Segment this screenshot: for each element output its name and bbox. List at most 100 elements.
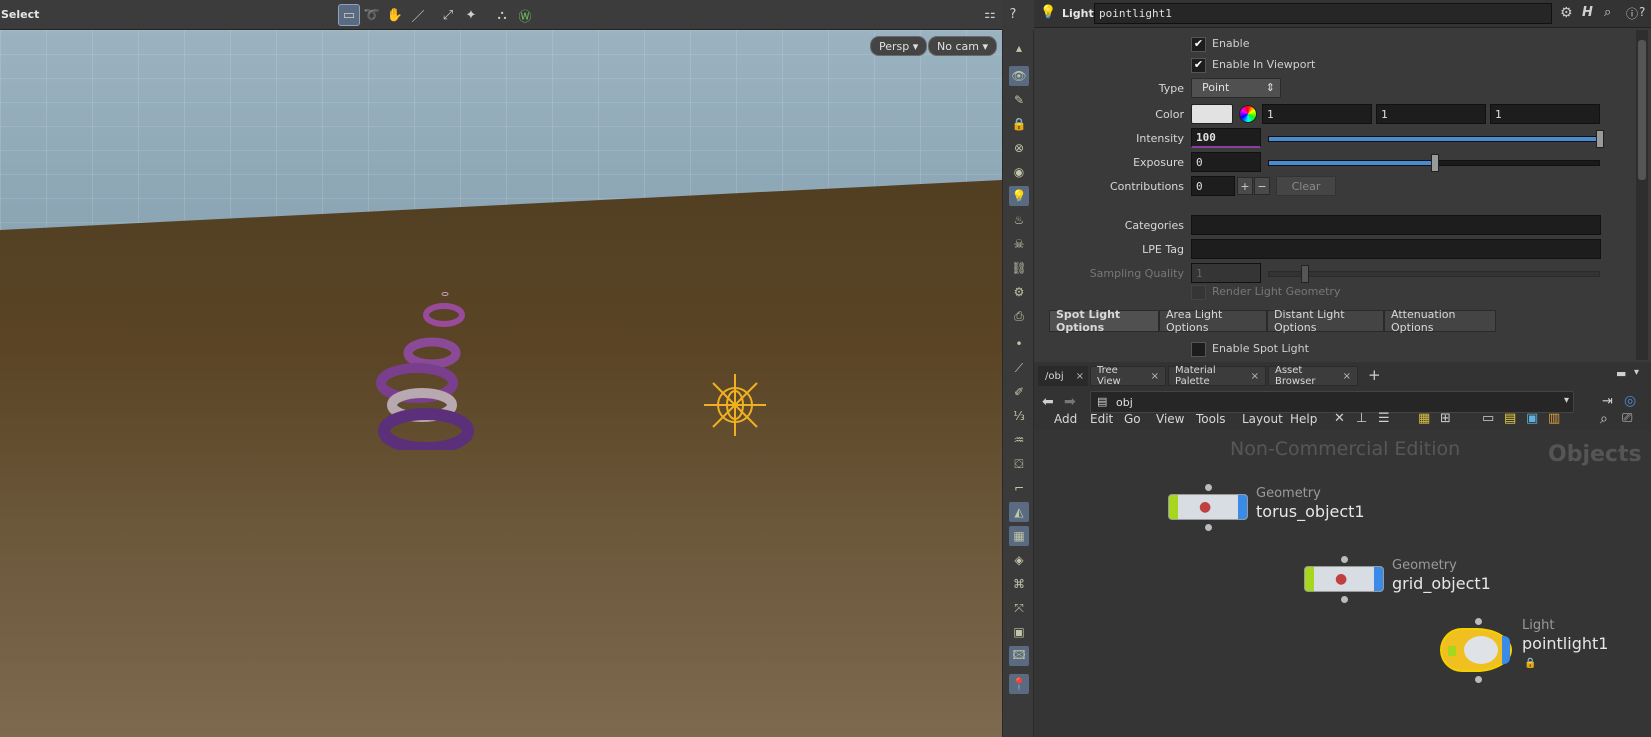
sticky-note-icon[interactable]: ▤ [1504, 411, 1516, 426]
pin-icon[interactable]: 📍 [1009, 674, 1029, 694]
pen-icon[interactable]: ✐ [1009, 382, 1029, 402]
input-connector[interactable] [1341, 556, 1348, 563]
search-icon[interactable]: ⌕ [1604, 5, 1611, 20]
help-icon[interactable]: ? [1003, 4, 1023, 24]
forward-arrow-icon[interactable]: ➡ [1064, 394, 1076, 410]
menu-add[interactable]: Add [1054, 412, 1077, 426]
frame-icon[interactable]: ▣ [1009, 622, 1029, 642]
path-dropdown-icon[interactable]: ▾ [1564, 395, 1569, 406]
network-box-icon[interactable]: ▭ [1482, 411, 1494, 426]
exposure-field[interactable]: 0 [1191, 152, 1261, 172]
path-bar[interactable]: ▤ obj ▾ [1090, 391, 1574, 413]
parameter-scrollbar-thumb[interactable] [1638, 40, 1646, 180]
display-options-icon[interactable]: ⚏ [980, 4, 1000, 24]
ghost-icon[interactable]: ✎ [1009, 90, 1029, 110]
node-torus-object1[interactable]: ● Geometry torus_object1 [1168, 484, 1428, 536]
camera-menu[interactable]: No cam ▾ [928, 36, 997, 56]
add-tab-icon[interactable]: + [1368, 366, 1381, 384]
node-tile[interactable]: ● [1168, 494, 1248, 520]
contributions-field[interactable]: 0 [1191, 176, 1235, 196]
lasso-select-icon[interactable]: ➰ [362, 5, 382, 25]
camera-icon[interactable]: ⎙ [1009, 306, 1029, 326]
pane-menu-icon[interactable]: ▾ [1634, 367, 1639, 378]
uv-icon[interactable]: ⌘ [1009, 574, 1029, 594]
link-status-icon[interactable]: ◎ [1624, 393, 1636, 409]
display-flag[interactable] [1169, 495, 1178, 519]
close-icon[interactable]: × [1251, 371, 1259, 382]
close-icon[interactable]: × [1151, 371, 1159, 382]
shading-icon[interactable]: ◉ [1009, 162, 1029, 182]
menu-layout[interactable]: Layout [1242, 412, 1283, 426]
tab-obj[interactable]: /obj × [1038, 366, 1088, 386]
color-g-field[interactable]: 1 [1376, 104, 1486, 124]
menu-edit[interactable]: Edit [1090, 412, 1113, 426]
link-icon[interactable]: ⛓ [1009, 258, 1029, 278]
number-icon[interactable]: ⅓ [1009, 406, 1029, 426]
torus-stack[interactable] [370, 275, 490, 450]
gear-icon[interactable]: ⚙ [1560, 5, 1573, 21]
axis-icon[interactable]: ⤧ [1009, 598, 1029, 618]
headlight-icon[interactable]: ♨ [1009, 210, 1029, 230]
remove-contribution-button[interactable]: − [1254, 177, 1270, 195]
brush-select-icon[interactable]: ✋ [385, 5, 405, 25]
brush-icon[interactable]: ⟋ [1009, 358, 1029, 378]
wrench-icon[interactable]: ✕ [1334, 411, 1345, 426]
intensity-field[interactable]: 100 [1191, 128, 1261, 148]
laser-select-icon[interactable]: ／ [408, 5, 428, 25]
intensity-slider-knob[interactable] [1596, 130, 1604, 148]
background-image-icon[interactable]: 🖾 [1009, 646, 1029, 666]
close-icon[interactable]: × [1076, 371, 1084, 382]
texture-icon[interactable]: ▦ [1009, 526, 1029, 546]
remove-icon[interactable]: ⊗ [1009, 138, 1029, 158]
package-icon[interactable]: ▥ [1548, 411, 1560, 426]
houdini-help-icon[interactable]: H [1582, 5, 1593, 20]
grid-icon[interactable]: ▦ [1418, 411, 1430, 426]
render-flag[interactable] [1502, 636, 1510, 664]
color-r-field[interactable]: 1 [1262, 104, 1372, 124]
wireframe-icon[interactable]: ◭ [1009, 502, 1029, 522]
point-icon[interactable]: • [1009, 334, 1029, 354]
display-flag[interactable] [1305, 567, 1314, 591]
tab-asset-browser[interactable]: Asset Browser × [1268, 365, 1358, 387]
lpe-tag-field[interactable] [1191, 239, 1601, 259]
3d-viewport[interactable]: Persp ▾ No cam ▾ [0, 30, 1002, 737]
list-icon[interactable]: ☰ [1378, 411, 1390, 426]
bucket-icon[interactable]: ⛋ [1009, 454, 1029, 474]
parameter-scrollbar[interactable] [1636, 30, 1648, 360]
point-light-gizmo[interactable] [700, 370, 770, 440]
render-icon[interactable]: ⚙ [1009, 282, 1029, 302]
help-icon[interactable]: ? [1639, 5, 1645, 19]
exposure-slider[interactable] [1268, 154, 1600, 172]
add-contribution-button[interactable]: + [1237, 177, 1253, 195]
display-flag[interactable] [1448, 646, 1456, 656]
eye-icon[interactable]: 👁 [1009, 66, 1029, 86]
node-name-field[interactable]: pointlight1 [1094, 3, 1552, 24]
menu-help[interactable]: Help [1290, 412, 1317, 426]
tab-distant-light-options[interactable]: Distant Light Options [1267, 308, 1384, 334]
color-swatch[interactable] [1191, 104, 1233, 124]
color-wheel-icon[interactable] [1239, 105, 1257, 123]
output-connector[interactable] [1475, 676, 1482, 683]
node-tile[interactable]: ● [1304, 566, 1384, 592]
input-connector[interactable] [1205, 484, 1212, 491]
tab-spot-light-options[interactable]: Spot Light Options [1049, 308, 1159, 334]
network-canvas[interactable]: Non-Commercial Edition Objects ● Geometr… [1034, 430, 1651, 737]
world-space-icon[interactable]: Ⓦ [515, 5, 535, 25]
tree-layout-icon[interactable]: ⊥ [1356, 411, 1367, 426]
clear-button[interactable]: Clear [1276, 176, 1336, 196]
tab-tree-view[interactable]: Tree View × [1090, 365, 1166, 387]
node-pointlight1[interactable]: Light pointlight1 🔒 [1438, 618, 1648, 686]
output-connector[interactable] [1341, 596, 1348, 603]
pin-icon[interactable]: ⇥ [1602, 394, 1613, 409]
info-icon[interactable]: ⓘ [1626, 5, 1638, 22]
color-b-field[interactable]: 1 [1490, 104, 1600, 124]
node-grid-object1[interactable]: ● Geometry grid_object1 [1304, 556, 1564, 608]
output-connector[interactable] [1205, 524, 1212, 531]
render-flag[interactable] [1238, 495, 1247, 519]
enable-checkbox[interactable]: ✔ [1191, 37, 1206, 52]
close-icon[interactable]: × [1343, 371, 1351, 382]
type-dropdown[interactable]: Point ⇕ [1191, 78, 1281, 98]
maximize-icon[interactable]: ▬ [1616, 367, 1626, 380]
exposure-slider-knob[interactable] [1431, 154, 1439, 172]
skeleton-icon[interactable]: ☠ [1009, 234, 1029, 254]
